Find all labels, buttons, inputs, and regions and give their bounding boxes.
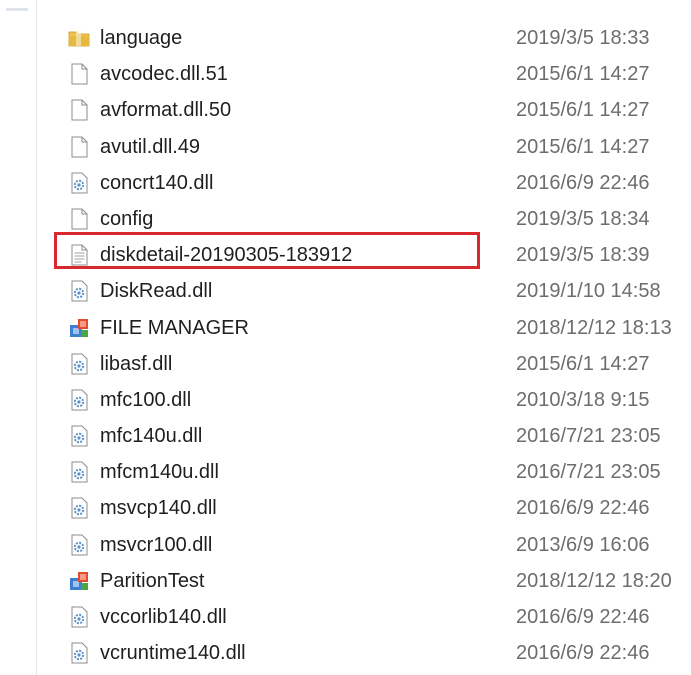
file-icon: [68, 99, 90, 121]
dll-icon: [68, 606, 90, 628]
file-name: config: [100, 207, 154, 230]
file-row-msvcp140-dll[interactable]: msvcp140.dll 2016/6/9 22:46: [36, 490, 691, 526]
file-date: 2016/7/21 23:05: [516, 425, 661, 448]
file-date: 2019/3/5 18:39: [516, 244, 650, 267]
dll-icon: [68, 461, 90, 483]
dll-icon: [68, 425, 90, 447]
file-name: ParitionTest: [100, 569, 205, 592]
file-name: language: [100, 27, 183, 49]
file-name: libasf.dll: [100, 352, 173, 375]
file-name: mfcm140u.dll: [100, 461, 219, 484]
dll-icon: [68, 534, 90, 556]
file-name: vccorlib140.dll: [100, 606, 227, 628]
navigation-pane-edge: [0, 0, 37, 675]
file-name: mfc140u.dll: [100, 425, 203, 448]
file-row-mfc140u-dll[interactable]: mfc140u.dll 2016/7/21 23:05: [36, 418, 691, 454]
file-date: 2016/6/9 22:46: [516, 606, 650, 628]
file-row-language[interactable]: language 2019/3/5 18:33: [36, 20, 691, 56]
file-row-avutil-dll-49[interactable]: avutil.dll.49 2015/6/1 14:27: [36, 129, 691, 165]
file-date: 2018/12/12 18:13: [516, 316, 672, 339]
dll-icon: [68, 497, 90, 519]
file-name: avformat.dll.50: [100, 99, 232, 122]
file-row-libasf-dll[interactable]: libasf.dll 2015/6/1 14:27: [36, 346, 691, 382]
file-icon: [68, 63, 90, 85]
file-date: 2016/6/9 22:46: [516, 171, 650, 194]
file-date: 2019/3/5 18:33: [516, 27, 650, 49]
file-row-mfcm140u-dll[interactable]: mfcm140u.dll 2016/7/21 23:05: [36, 454, 691, 490]
file-date: 2016/6/9 22:46: [516, 497, 650, 520]
file-icon: [68, 208, 90, 230]
file-name: vcruntime140.dll: [100, 642, 246, 665]
file-name: mfc100.dll: [100, 388, 192, 411]
file-icon: [68, 136, 90, 158]
file-name: msvcr100.dll: [100, 533, 213, 556]
file-date: 2015/6/1 14:27: [516, 63, 650, 86]
file-date: 2016/7/21 23:05: [516, 461, 661, 484]
file-row-msvcr100-dll[interactable]: msvcr100.dll 2013/6/9 16:06: [36, 527, 691, 563]
file-name: avcodec.dll.51: [100, 63, 228, 86]
text-file-icon: [68, 244, 90, 266]
app-icon: [68, 317, 90, 339]
file-name: FILE MANAGER: [100, 316, 249, 339]
file-row-paritiontest[interactable]: ParitionTest 2018/12/12 18:20: [36, 563, 691, 599]
file-name: concrt140.dll: [100, 171, 214, 194]
file-name: msvcp140.dll: [100, 497, 217, 520]
file-list: language 2019/3/5 18:33 avcodec.dll.51 2…: [36, 20, 691, 671]
file-date: 2015/6/1 14:27: [516, 135, 650, 158]
file-row-vccorlib140-dll[interactable]: vccorlib140.dll 2016/6/9 22:46: [36, 599, 691, 635]
file-row-mfc100-dll[interactable]: mfc100.dll 2010/3/18 9:15: [36, 382, 691, 418]
file-name: DiskRead.dll: [100, 280, 213, 303]
app-icon: [68, 570, 90, 592]
file-row-file-manager[interactable]: FILE MANAGER 2018/12/12 18:13: [36, 310, 691, 346]
dll-icon: [68, 172, 90, 194]
file-date: 2016/6/9 22:46: [516, 642, 650, 665]
dll-icon: [68, 353, 90, 375]
file-date: 2015/6/1 14:27: [516, 352, 650, 375]
file-date: 2010/3/18 9:15: [516, 388, 650, 411]
file-row-avcodec-dll-51[interactable]: avcodec.dll.51 2015/6/1 14:27: [36, 56, 691, 92]
file-name: avutil.dll.49: [100, 135, 201, 158]
file-date: 2015/6/1 14:27: [516, 99, 650, 122]
file-date: 2019/1/10 14:58: [516, 280, 661, 303]
file-date: 2019/3/5 18:34: [516, 207, 650, 230]
file-row-avformat-dll-50[interactable]: avformat.dll.50 2015/6/1 14:27: [36, 92, 691, 128]
file-date: 2013/6/9 16:06: [516, 533, 650, 556]
file-row-vcruntime140-dll[interactable]: vcruntime140.dll 2016/6/9 22:46: [36, 635, 691, 671]
pane-grip[interactable]: [6, 8, 28, 11]
file-row-diskdetail[interactable]: diskdetail-20190305-183912 2019/3/5 18:3…: [36, 237, 691, 273]
file-row-config[interactable]: config 2019/3/5 18:34: [36, 201, 691, 237]
file-date: 2018/12/12 18:20: [516, 569, 672, 592]
file-row-diskread-dll[interactable]: DiskRead.dll 2019/1/10 14:58: [36, 273, 691, 309]
folder-icon: [68, 27, 90, 49]
dll-icon: [68, 280, 90, 302]
file-name: diskdetail-20190305-183912: [100, 244, 353, 267]
dll-icon: [68, 389, 90, 411]
dll-icon: [68, 642, 90, 664]
file-row-concrt140-dll[interactable]: concrt140.dll 2016/6/9 22:46: [36, 165, 691, 201]
